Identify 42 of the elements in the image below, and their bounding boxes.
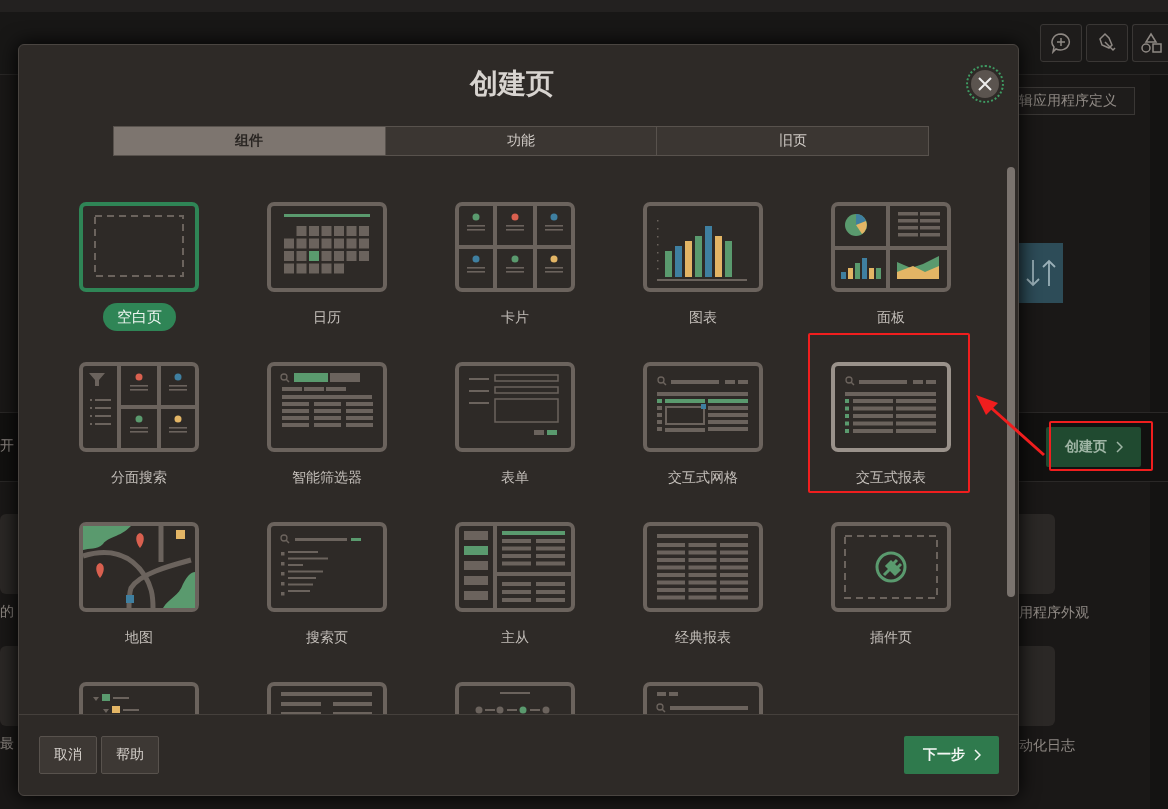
page-type-tile[interactable]: 卡片 xyxy=(455,202,575,331)
page-type-tile[interactable]: 交互式报表 xyxy=(831,362,951,491)
edit-definition-button[interactable]: 辑应用程序定义 xyxy=(1019,87,1135,115)
sort-arrows-icon[interactable] xyxy=(1019,243,1063,303)
tab[interactable]: 功能 xyxy=(384,127,657,155)
page-type-tile[interactable]: 表单 xyxy=(455,362,575,491)
grid-tile[interactable] xyxy=(0,646,18,726)
tile-caption: 动化日志 xyxy=(1019,737,1076,755)
chevron-icon xyxy=(1115,441,1123,453)
page-type-tile[interactable]: 搜索页 xyxy=(267,522,387,651)
tab[interactable]: 旧页 xyxy=(656,127,928,155)
annotation-arrow xyxy=(976,395,1045,457)
section-text: 开 xyxy=(0,437,15,455)
dialog-title: 创建页 xyxy=(469,66,554,102)
chat-add-icon[interactable] xyxy=(1040,24,1082,62)
cancel-button[interactable]: 取消 xyxy=(39,736,97,774)
chevron-icon xyxy=(973,749,981,761)
next-button[interactable]: 下一步 xyxy=(904,736,999,774)
page-type-tile[interactable]: 插件页 xyxy=(831,522,951,651)
page-type-tile[interactable]: 经典报表 xyxy=(643,522,763,651)
page-type-tile[interactable]: 主从 xyxy=(455,522,575,651)
shapes-icon[interactable] xyxy=(1132,24,1168,62)
tile-caption: 的 xyxy=(0,603,15,621)
page-type-tile[interactable]: 智能筛选器 xyxy=(267,362,387,491)
scrollbar-thumb[interactable] xyxy=(1007,167,1015,597)
page-type-tile[interactable]: 图表 xyxy=(643,202,763,331)
page-type-tile[interactable]: 空白页 xyxy=(79,202,199,331)
log-tile[interactable] xyxy=(1019,646,1055,726)
close-button[interactable] xyxy=(966,65,1004,103)
flashlight-icon[interactable] xyxy=(1086,24,1128,62)
home-tile[interactable] xyxy=(0,514,18,594)
appearance-tile[interactable] xyxy=(1019,514,1055,594)
page-type-tile[interactable]: 交互式网格 xyxy=(643,362,763,491)
help-button[interactable]: 帮助 xyxy=(101,736,159,774)
page-type-tile[interactable]: 日历 xyxy=(267,202,387,331)
tile-caption: 最 xyxy=(0,735,15,753)
page-type-tile[interactable]: 分面搜索 xyxy=(79,362,199,491)
close-icon xyxy=(978,77,992,91)
page-type-tile[interactable]: 地图 xyxy=(79,522,199,651)
page-type-tile[interactable]: 面板 xyxy=(831,202,951,331)
tile-caption: 用程序外观 xyxy=(1019,604,1090,622)
create-page-button[interactable]: 创建页 xyxy=(1046,427,1141,467)
